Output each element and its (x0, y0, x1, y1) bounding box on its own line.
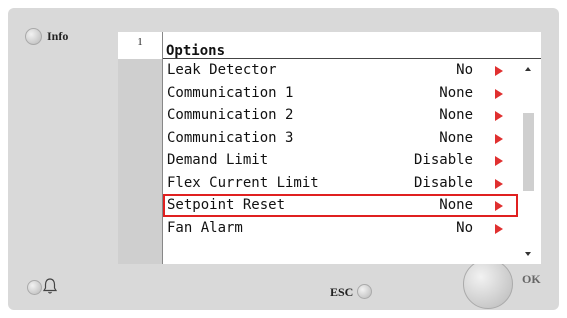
arrow-right-icon[interactable] (495, 111, 503, 121)
item-value: No (456, 219, 473, 236)
arrow-right-icon[interactable] (495, 66, 503, 76)
arrow-right-icon[interactable] (495, 223, 503, 234)
item-label: Demand Limit (167, 152, 269, 168)
item-value: None (439, 107, 473, 123)
alarm-button[interactable] (27, 280, 42, 295)
lcd-screen: 1 Options Leak Detector No Communication 1… (118, 32, 541, 264)
arrow-right-icon[interactable] (495, 133, 503, 144)
list-item[interactable]: Communication 3 None (163, 127, 518, 150)
ok-label: OK (522, 272, 541, 286)
item-label: Setpoint Reset (167, 197, 286, 213)
line-number: 1 (137, 36, 143, 48)
options-list: Leak Detector No Communication 1 None Commun… (163, 59, 518, 239)
item-label: Fan Alarm (167, 219, 243, 236)
esc-label: ESC (330, 285, 354, 299)
screen-title: Options (166, 43, 226, 59)
esc-button[interactable] (357, 284, 372, 299)
arrow-right-icon[interactable] (495, 88, 503, 99)
scroll-up-icon[interactable] (525, 67, 531, 71)
list-item[interactable]: Setpoint Reset None (163, 194, 518, 217)
arrow-right-icon[interactable] (495, 178, 503, 189)
ok-knob[interactable] (463, 259, 513, 309)
device-panel: Info ESC OK 1 Options Leak Detector No Com… (8, 8, 559, 310)
list-item[interactable]: Communication 1 None (163, 82, 518, 105)
bell-icon (42, 277, 58, 295)
arrow-right-icon[interactable] (495, 201, 503, 211)
scroll-down-icon[interactable] (525, 252, 531, 256)
item-value: Disable (413, 152, 473, 168)
info-button[interactable] (25, 28, 42, 45)
list-item[interactable]: Leak Detector No (163, 59, 518, 82)
item-value: None (439, 129, 473, 146)
item-value: No (456, 62, 473, 78)
item-label: Communication 1 (167, 84, 294, 101)
scrollbar[interactable] (518, 59, 541, 264)
item-value: Disable (413, 174, 473, 191)
info-label: Info (47, 29, 69, 43)
item-label: Leak Detector (167, 62, 277, 78)
item-label: Communication 3 (167, 129, 294, 146)
list-item[interactable]: Demand Limit Disable (163, 149, 518, 172)
item-label: Flex Current Limit (167, 174, 319, 191)
scroll-thumb[interactable] (523, 113, 534, 191)
item-value: None (439, 84, 473, 101)
list-item[interactable]: Fan Alarm No (163, 217, 518, 240)
line-number-column: 1 (118, 32, 162, 264)
list-item[interactable]: Flex Current Limit Disable (163, 172, 518, 195)
list-item[interactable]: Communication 2 None (163, 104, 518, 127)
item-label: Communication 2 (167, 107, 294, 123)
arrow-right-icon[interactable] (495, 156, 503, 166)
item-value: None (439, 197, 473, 213)
